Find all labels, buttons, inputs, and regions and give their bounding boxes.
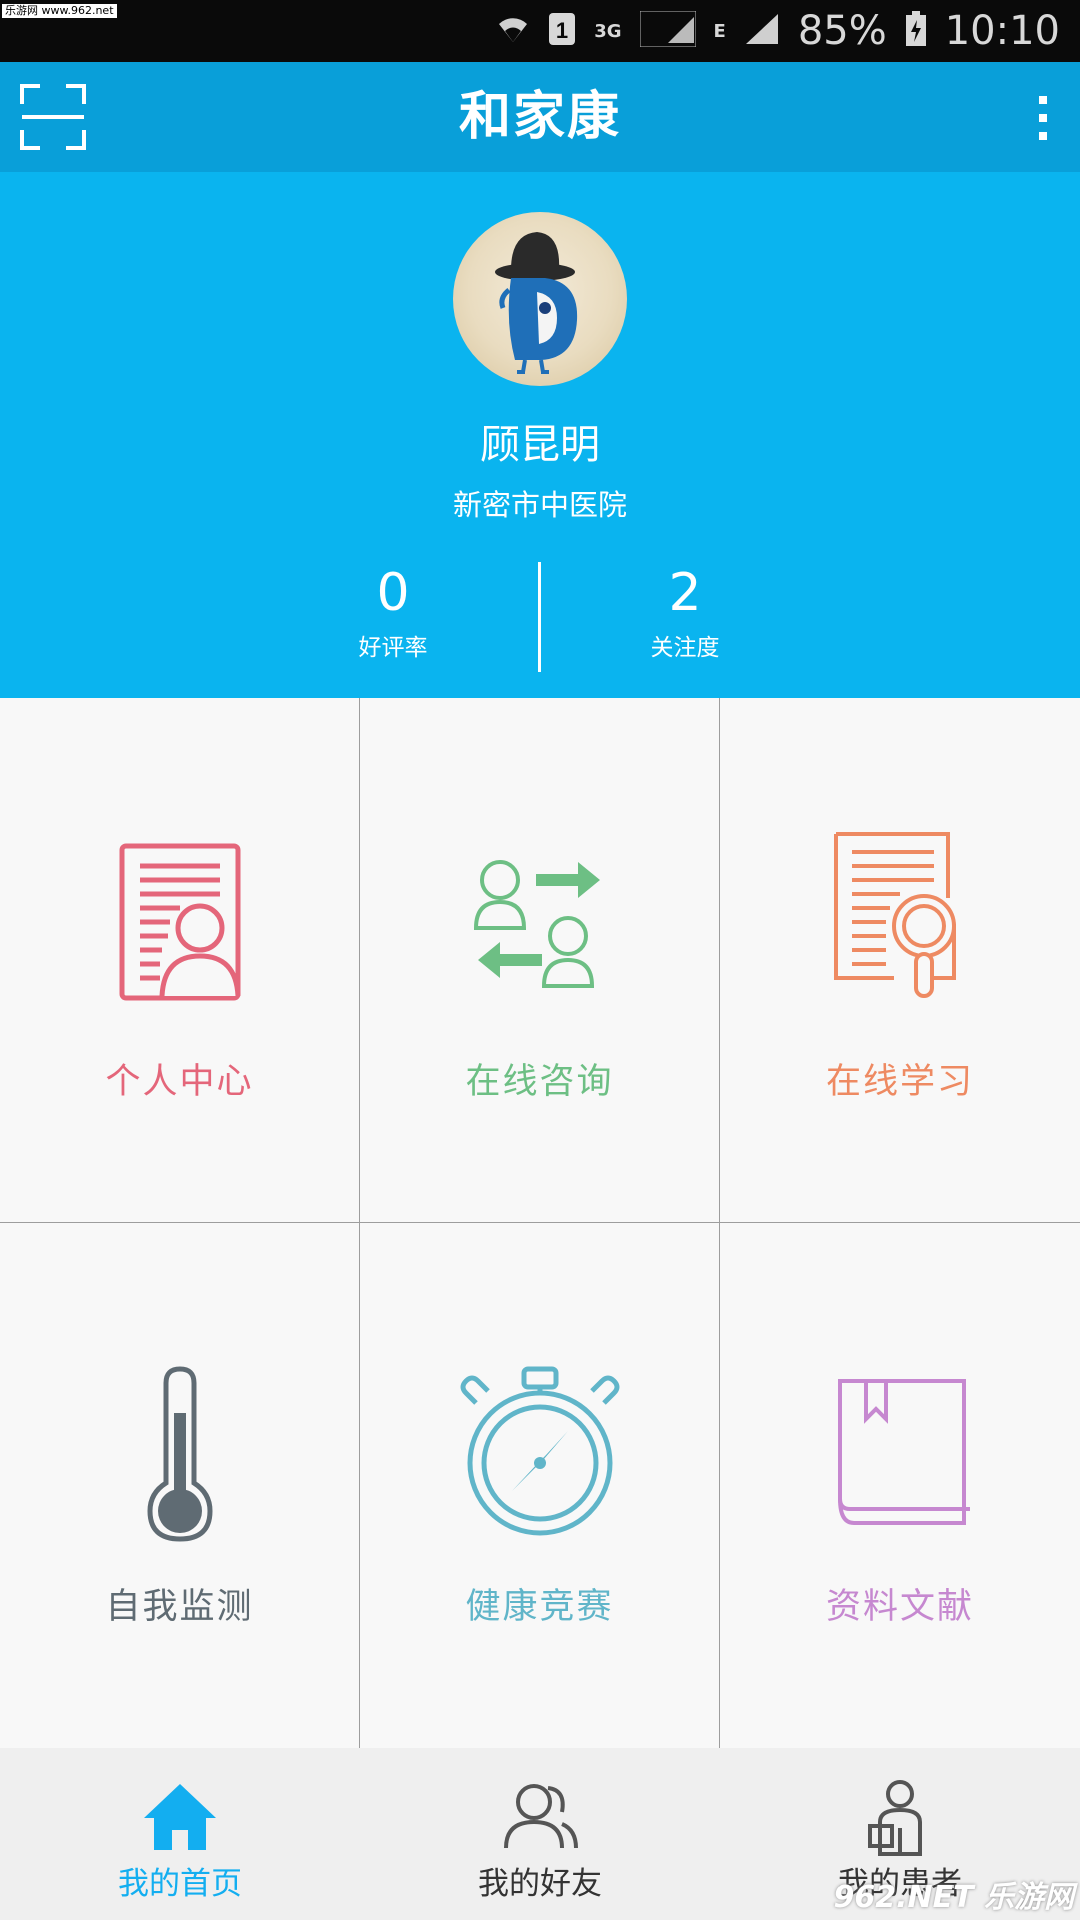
stat-rating-value: 0: [376, 563, 410, 623]
svg-text:1: 1: [556, 18, 568, 43]
grid-item-online-study[interactable]: 在线学习: [720, 698, 1080, 1223]
book-icon: [838, 1379, 970, 1525]
grid-item-documents[interactable]: 资料文献: [720, 1223, 1080, 1748]
tab-home[interactable]: 我的首页: [0, 1748, 360, 1920]
grid-item-online-consult[interactable]: 在线咨询: [360, 698, 720, 1223]
watermark-top: 乐游网 www.962.net: [2, 4, 117, 18]
consult-exchange-icon: [473, 860, 600, 988]
grid-item-label: 资料文献: [825, 1587, 974, 1627]
signal-strength-icon: [744, 12, 780, 50]
bottom-navigation: 我的首页 我的好友 我的患者 962.NET 乐游网: [0, 1748, 1080, 1920]
more-vertical-icon: [1039, 96, 1047, 140]
grid-item-health-contest[interactable]: 健康竞赛: [360, 1223, 720, 1748]
stat-followers-value: 2: [668, 563, 702, 623]
tab-friends-label: 我的好友: [478, 1866, 602, 1902]
grid-item-label: 在线咨询: [465, 1062, 614, 1102]
grid-item-label: 在线学习: [825, 1062, 974, 1102]
profile-document-icon: [119, 843, 241, 1001]
home-icon: [144, 1784, 216, 1850]
friends-icon: [504, 1784, 578, 1849]
network-e-label: E: [713, 20, 726, 42]
sim-card-icon: 1: [548, 12, 576, 50]
grid-item-self-monitoring[interactable]: 自我监测: [0, 1223, 360, 1748]
grid-item-label: 个人中心: [105, 1062, 254, 1102]
battery-icon: [905, 11, 927, 51]
app-bar: 和家康: [0, 62, 1080, 172]
tab-home-label: 我的首页: [118, 1866, 242, 1902]
battery-percent: 85%: [797, 8, 887, 54]
feature-grid: 个人中心 在线咨询 在线学习 自我监测 健康竞赛 资料文献: [0, 698, 1080, 1748]
profile-header: 顾昆明 新密市中医院 0 好评率 2 关注度: [0, 172, 1080, 698]
avatar[interactable]: [453, 212, 627, 386]
network-3g-label: 3G: [594, 20, 622, 42]
grid-item-personal-center[interactable]: 个人中心: [0, 698, 360, 1223]
mascot-avatar-icon: [495, 232, 578, 374]
signal-3g2g-icon: [639, 10, 697, 51]
doctor-name: 顾昆明: [480, 422, 600, 468]
stopwatch-icon: [460, 1366, 620, 1536]
grid-item-label: 自我监测: [105, 1587, 254, 1627]
overflow-menu-button[interactable]: [1028, 88, 1058, 148]
stat-followers-label: 关注度: [650, 635, 720, 661]
app-title: 和家康: [458, 87, 621, 147]
clock: 10:10: [944, 8, 1060, 54]
watermark-bottom: 962.NET 乐游网: [833, 1880, 1074, 1915]
stat-rating-label: 好评率: [358, 635, 428, 661]
stat-followers[interactable]: 2 关注度: [535, 562, 835, 662]
study-search-icon: [834, 832, 956, 998]
hospital-name: 新密市中医院: [452, 488, 627, 522]
tab-friends[interactable]: 我的好友: [360, 1748, 720, 1920]
wifi-icon: [496, 12, 530, 50]
status-bar: 乐游网 www.962.net 1 3G E 85% 10:10: [0, 0, 1080, 62]
thermometer-icon: [147, 1366, 213, 1542]
stat-rating[interactable]: 0 好评率: [243, 562, 543, 662]
grid-item-label: 健康竞赛: [465, 1587, 614, 1627]
patient-icon: [868, 1780, 922, 1856]
